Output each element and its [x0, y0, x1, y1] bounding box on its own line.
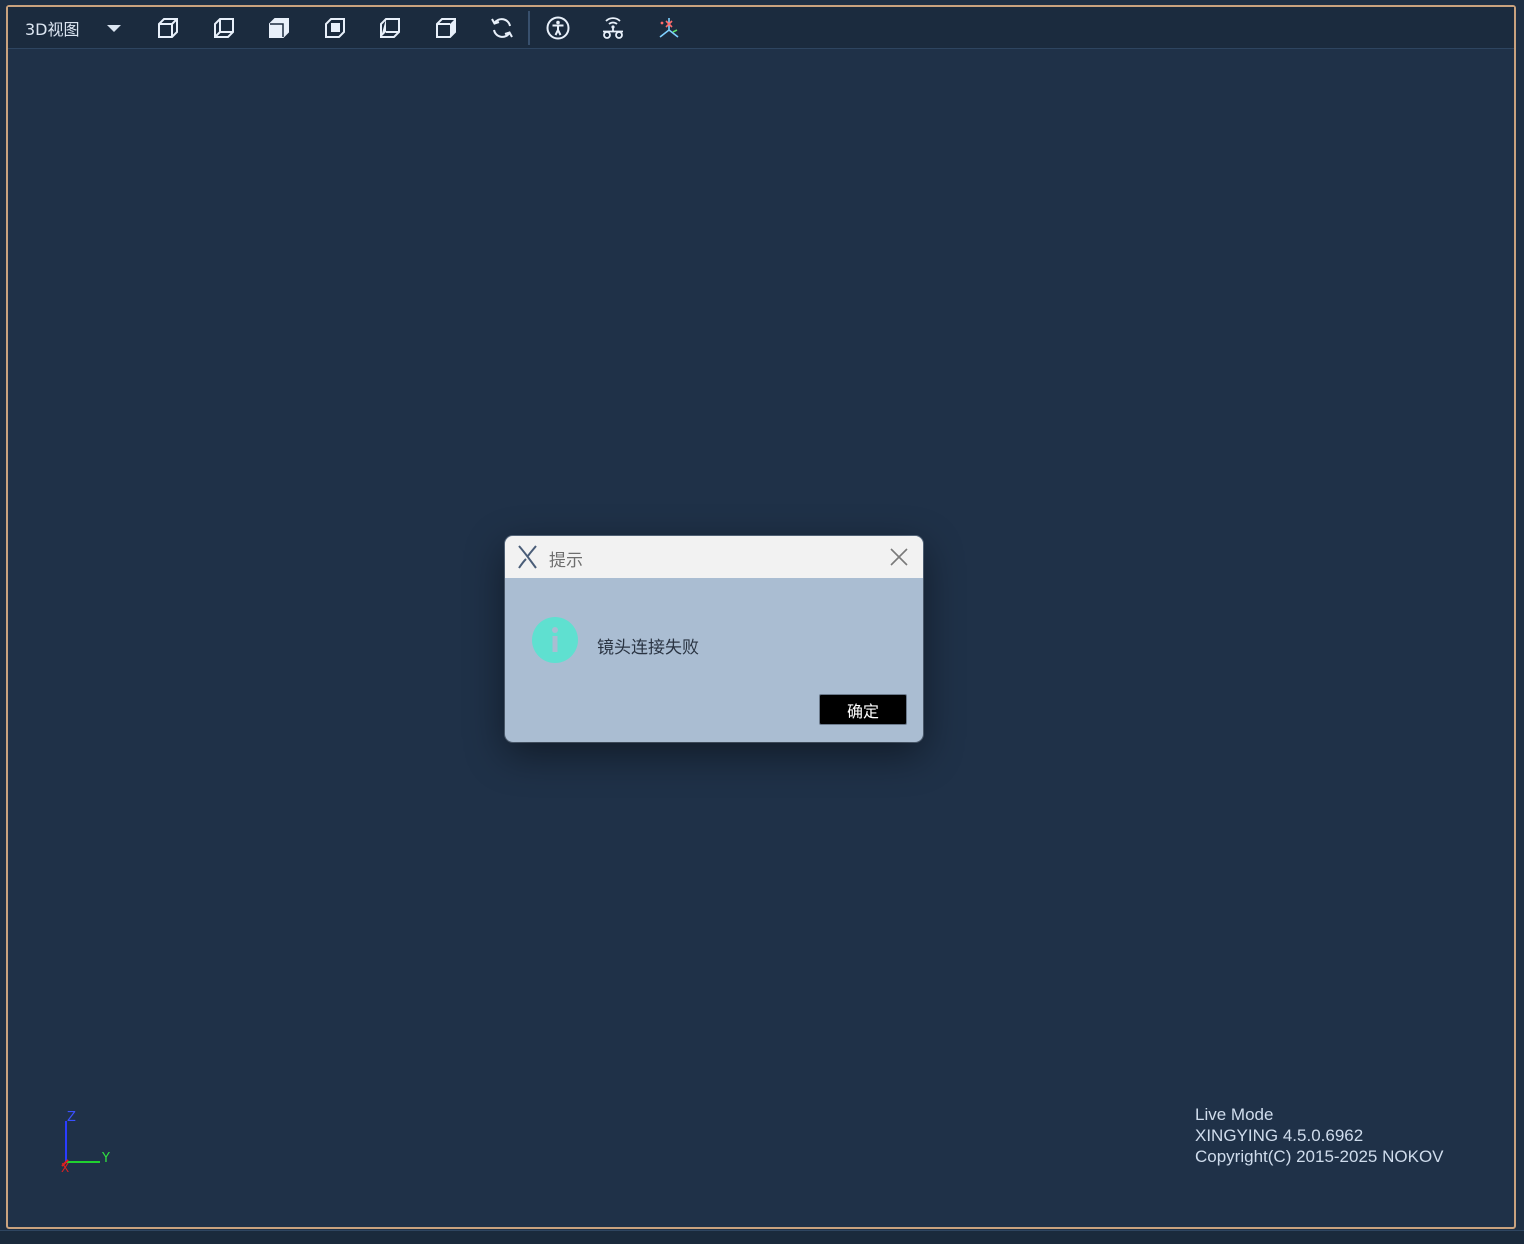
reset-view-button[interactable] [488, 15, 516, 41]
view-right-button[interactable] [321, 15, 349, 41]
view-front-button[interactable] [154, 15, 182, 41]
app-logo-icon [518, 545, 537, 569]
copyright-text: Copyright(C) 2015-2025 NOKOV [1195, 1147, 1444, 1166]
view-left-button[interactable] [265, 15, 293, 41]
axis-gizmo: Z Y X [61, 1110, 110, 1175]
viewport-frame: 3D视图 Z Y X Live Mode XINGYING 4.5.0.6962… [6, 5, 1516, 1229]
cube-front-icon [158, 18, 178, 38]
refresh-icon [491, 18, 513, 38]
cube-top-icon [380, 18, 400, 38]
z-axis-label: Z [67, 1110, 76, 1125]
dialog-title: 提示 [549, 551, 583, 571]
axis-calibration-button[interactable] [655, 15, 683, 41]
ok-button[interactable]: 确定 [819, 694, 907, 725]
view-back-button[interactable] [210, 15, 238, 41]
viewport-toolbar: 3D视图 [8, 7, 1514, 49]
cube-right-icon [325, 18, 345, 38]
cube-left-icon [269, 18, 289, 38]
dialog-message: 镜头连接失败 [597, 638, 699, 658]
dialog-titlebar: 提示 [505, 536, 923, 578]
live-mode-text: Live Mode [1195, 1105, 1274, 1124]
chevron-down-icon [107, 25, 121, 32]
view-mode-dropdown[interactable]: 3D视图 [18, 15, 128, 41]
camera-toggle-button[interactable] [599, 15, 627, 41]
cube-bottom-icon [436, 18, 456, 38]
toolbar-separator [528, 11, 530, 45]
version-text: XINGYING 4.5.0.6962 [1195, 1126, 1364, 1145]
status-info: Live Mode XINGYING 4.5.0.6962 Copyright(… [1195, 1104, 1444, 1167]
close-icon[interactable] [887, 545, 911, 569]
view-bottom-button[interactable] [432, 15, 460, 41]
skeleton-toggle-button[interactable] [544, 15, 572, 41]
alert-dialog: 提示 镜头连接失败 确定 [505, 536, 923, 742]
cube-back-icon [214, 18, 234, 38]
axis-calibration-icon [659, 18, 679, 38]
y-axis-label: Y [101, 1151, 110, 1166]
view-mode-label: 3D视图 [25, 20, 80, 39]
wireless-camera-icon [603, 17, 623, 39]
info-icon [532, 617, 578, 663]
human-body-icon [546, 16, 570, 40]
x-axis-label: X [61, 1161, 69, 1175]
bottom-strip [0, 1230, 1524, 1244]
view-top-button[interactable] [376, 15, 404, 41]
